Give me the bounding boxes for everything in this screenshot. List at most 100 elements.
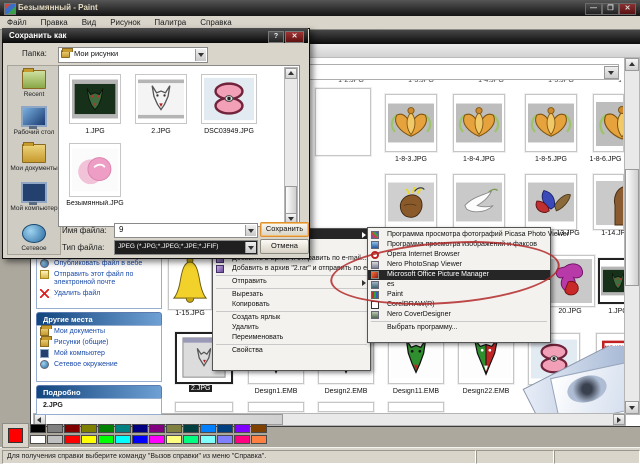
file-thumbnail[interactable] [201, 74, 257, 124]
place-my-computer[interactable]: Мой компьютер [37, 348, 161, 359]
context-menu-send-to[interactable]: Отправить [213, 277, 370, 287]
palette-swatch[interactable] [217, 435, 233, 444]
palette-swatch[interactable] [47, 424, 63, 433]
context-menu-copy[interactable]: Копировать [213, 300, 370, 310]
palette-swatch[interactable] [149, 435, 165, 444]
file-label: 1.JPG [85, 128, 105, 135]
open-with-paint[interactable]: Paint [368, 290, 550, 300]
place-network[interactable]: Сетевое окружение [37, 359, 161, 370]
palette-swatch[interactable] [115, 424, 131, 433]
palette-swatch[interactable] [166, 424, 182, 433]
file-thumbnail[interactable] [525, 174, 577, 230]
chevron-down-icon[interactable] [195, 49, 206, 61]
palette-swatch[interactable] [183, 424, 199, 433]
selected-file-label[interactable]: 2.JPG [189, 385, 213, 392]
current-color-box[interactable] [2, 423, 29, 448]
vertical-scrollbar[interactable] [624, 57, 640, 415]
file-thumbnail[interactable] [525, 94, 577, 152]
open-with-picture-fax-viewer[interactable]: Программа просмотра изображений и факсов [368, 240, 550, 250]
palette-swatch[interactable] [30, 435, 46, 444]
folder-combobox[interactable]: Мои рисунки [58, 47, 208, 63]
palette-swatch[interactable] [149, 424, 165, 433]
palette-swatch[interactable] [81, 424, 97, 433]
palette-swatch[interactable] [132, 435, 148, 444]
palette-swatch[interactable] [47, 435, 63, 444]
chevron-down-icon[interactable] [245, 225, 256, 236]
context-menu-delete[interactable]: Удалить [213, 323, 370, 333]
place-recent[interactable]: Recent [9, 68, 59, 98]
vertical-scrollbar-thumb[interactable] [625, 169, 639, 286]
file-thumbnail[interactable] [315, 88, 371, 156]
palette-swatch[interactable] [81, 435, 97, 444]
context-menu-rename[interactable]: Переименовать [213, 333, 370, 343]
file-thumbnail[interactable] [168, 252, 212, 310]
help-button[interactable]: ? [268, 30, 284, 43]
file-thumbnail[interactable] [69, 143, 121, 197]
place-my-documents[interactable]: Мои документы [9, 142, 59, 172]
open-with-coreldraw[interactable]: CorelDRAW(R) [368, 300, 550, 310]
file-thumbnail[interactable] [593, 94, 624, 152]
palette-swatch[interactable] [217, 424, 233, 433]
palette-swatch[interactable] [234, 424, 250, 433]
details-header[interactable]: Подробно [36, 385, 162, 399]
palette-swatch[interactable] [64, 424, 80, 433]
dialog-close-button[interactable]: ✕ [285, 30, 304, 43]
palette-swatch[interactable] [30, 424, 46, 433]
open-with-nero-photosnap[interactable]: Nero PhotoSnap Viewer [368, 260, 550, 270]
file-thumbnail[interactable] [453, 94, 505, 152]
file-thumbnail[interactable] [385, 174, 437, 230]
file-thumbnail[interactable] [135, 74, 187, 124]
palette-swatch[interactable] [64, 435, 80, 444]
palette-swatch[interactable] [251, 435, 267, 444]
open-with-nero-coverdesigner[interactable]: Nero CoverDesigner [368, 310, 550, 320]
palette-swatch[interactable] [98, 435, 114, 444]
context-menu-create-shortcut[interactable]: Создать ярлык [213, 313, 370, 323]
palette-swatch[interactable] [98, 424, 114, 433]
cancel-button[interactable]: Отмена [260, 239, 309, 254]
open-with-picasa[interactable]: Программа просмотра фотографий Picasa Ph… [368, 230, 569, 240]
context-menu-properties[interactable]: Свойства [213, 346, 370, 356]
file-thumbnail[interactable] [69, 74, 121, 124]
save-button[interactable]: Сохранить [260, 222, 309, 237]
open-with-es[interactable]: es [368, 280, 550, 290]
palette-swatch[interactable] [183, 435, 199, 444]
file-thumbnail[interactable] [318, 402, 374, 412]
palette-swatch[interactable] [115, 435, 131, 444]
context-menu-cut[interactable]: Вырезать [213, 290, 370, 300]
chevron-down-icon[interactable] [245, 242, 256, 253]
file-thumbnail[interactable] [385, 94, 437, 152]
open-with-choose-program[interactable]: Выбрать программу... [368, 323, 550, 333]
task-delete-file[interactable]: Удалить файл [37, 288, 161, 299]
file-list-scrollbar-thumb[interactable] [285, 186, 297, 214]
palette-swatch[interactable] [234, 435, 250, 444]
place-network[interactable]: Сетевое [9, 224, 59, 252]
place-shared-pictures[interactable]: Рисунки (общие) [37, 336, 161, 348]
other-places-header[interactable]: Другие места [36, 312, 162, 326]
open-with-opera[interactable]: Opera Internet Browser [368, 250, 550, 260]
place-desktop[interactable]: Рабочий стол [9, 106, 59, 136]
palette-swatch[interactable] [132, 424, 148, 433]
address-dropdown-button[interactable] [604, 66, 619, 79]
palette-swatch[interactable] [251, 424, 267, 433]
context-menu-add-archive-rar-email[interactable]: Добавить в архив "2.rar" и отправить по … [213, 264, 382, 274]
file-thumbnail[interactable] [545, 255, 595, 307]
close-button[interactable]: ✕ [619, 3, 636, 15]
file-thumbnail[interactable] [388, 402, 444, 412]
maximize-button[interactable]: ❐ [602, 3, 619, 15]
file-thumbnail[interactable] [175, 402, 233, 412]
palette-swatch[interactable] [200, 424, 216, 433]
minimize-button[interactable]: — [585, 3, 602, 15]
filename-input[interactable]: 9 [114, 223, 258, 238]
filetype-combobox[interactable]: JPEG (*.JPG;*.JPEG;*.JPE;*.JFIF) [114, 240, 258, 255]
palette-swatch[interactable] [200, 435, 216, 444]
file-thumbnail[interactable] [593, 174, 624, 230]
file-thumbnail[interactable] [453, 174, 505, 230]
file-list-scrollbar[interactable] [284, 67, 298, 225]
open-with-ms-office-picture-manager[interactable]: Microsoft Office Picture Manager [368, 270, 550, 280]
palette-swatch[interactable] [166, 435, 182, 444]
file-thumbnail[interactable] [248, 402, 304, 412]
place-my-computer[interactable]: Мой компьютер [9, 182, 59, 212]
place-my-documents[interactable]: Мои документы [37, 325, 161, 337]
task-publish-file[interactable]: Опубликовать файл в вебе [37, 258, 161, 269]
task-email-file[interactable]: Отправить этот файл по электронной почте [37, 269, 161, 288]
